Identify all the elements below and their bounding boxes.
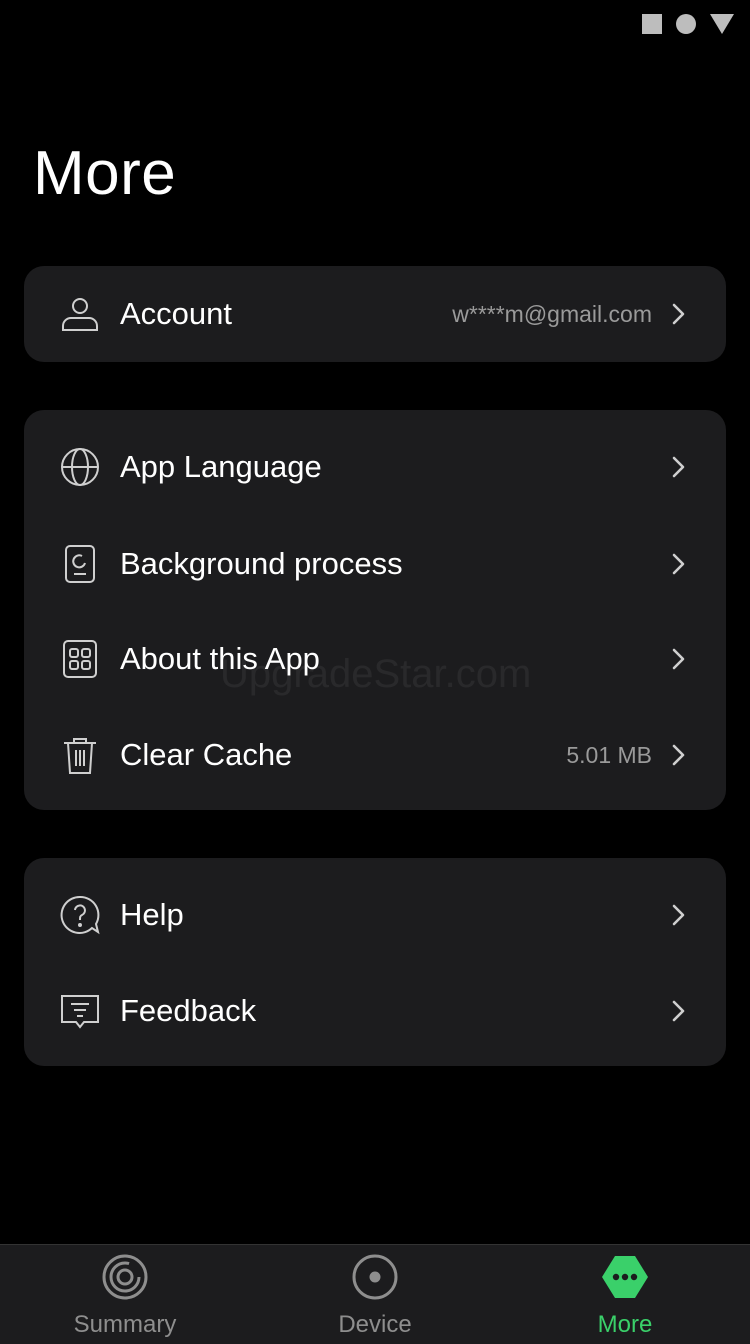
support-card: Help Feedback xyxy=(24,858,726,1066)
background-process-label: Background process xyxy=(120,546,403,581)
app-language-label: App Language xyxy=(120,449,322,484)
account-row[interactable]: Account w****m@gmail.com xyxy=(24,266,726,362)
settings-card: App Language Background process About th… xyxy=(24,410,726,810)
feedback-icon xyxy=(60,991,100,1031)
tab-more[interactable]: More xyxy=(500,1245,750,1344)
about-app-row[interactable]: About this App xyxy=(24,611,726,707)
tab-device-label: Device xyxy=(338,1311,412,1338)
help-row[interactable]: Help xyxy=(24,867,726,963)
home-icon xyxy=(676,14,696,34)
chevron-right-icon xyxy=(666,302,690,326)
back-icon xyxy=(710,14,734,34)
page-title: More xyxy=(33,139,177,208)
bottom-tab-bar: Summary Device More xyxy=(0,1244,750,1344)
chevron-right-icon xyxy=(666,743,690,767)
chevron-right-icon xyxy=(666,999,690,1023)
clear-cache-row[interactable]: Clear Cache 5.01 MB xyxy=(24,707,726,803)
user-icon xyxy=(60,294,100,334)
app-language-row[interactable]: App Language xyxy=(24,419,726,515)
status-bar xyxy=(642,14,734,34)
account-label: Account xyxy=(120,296,233,331)
chevron-right-icon xyxy=(666,647,690,671)
grid-apps-icon xyxy=(60,639,100,679)
chevron-right-icon xyxy=(666,552,690,576)
help-bubble-icon xyxy=(60,895,100,935)
cache-size: 5.01 MB xyxy=(566,742,652,768)
feedback-row[interactable]: Feedback xyxy=(24,963,726,1059)
about-app-label: About this App xyxy=(120,641,320,676)
device-dial-icon xyxy=(351,1253,399,1301)
tab-summary[interactable]: Summary xyxy=(0,1245,250,1344)
account-email: w****m@gmail.com xyxy=(452,301,652,327)
tab-device[interactable]: Device xyxy=(250,1245,500,1344)
trash-icon xyxy=(60,735,100,775)
account-card: Account w****m@gmail.com xyxy=(24,266,726,362)
feedback-label: Feedback xyxy=(120,993,257,1028)
globe-icon xyxy=(60,447,100,487)
help-label: Help xyxy=(120,897,184,932)
background-process-row[interactable]: Background process xyxy=(24,516,726,612)
tab-summary-label: Summary xyxy=(73,1311,177,1338)
clear-cache-label: Clear Cache xyxy=(120,737,293,772)
chevron-right-icon xyxy=(666,455,690,479)
tab-more-label: More xyxy=(597,1311,653,1338)
recent-apps-icon xyxy=(642,14,662,34)
more-dots-icon xyxy=(601,1253,649,1301)
summary-rings-icon xyxy=(101,1253,149,1301)
phone-process-icon xyxy=(60,544,100,584)
chevron-right-icon xyxy=(666,903,690,927)
